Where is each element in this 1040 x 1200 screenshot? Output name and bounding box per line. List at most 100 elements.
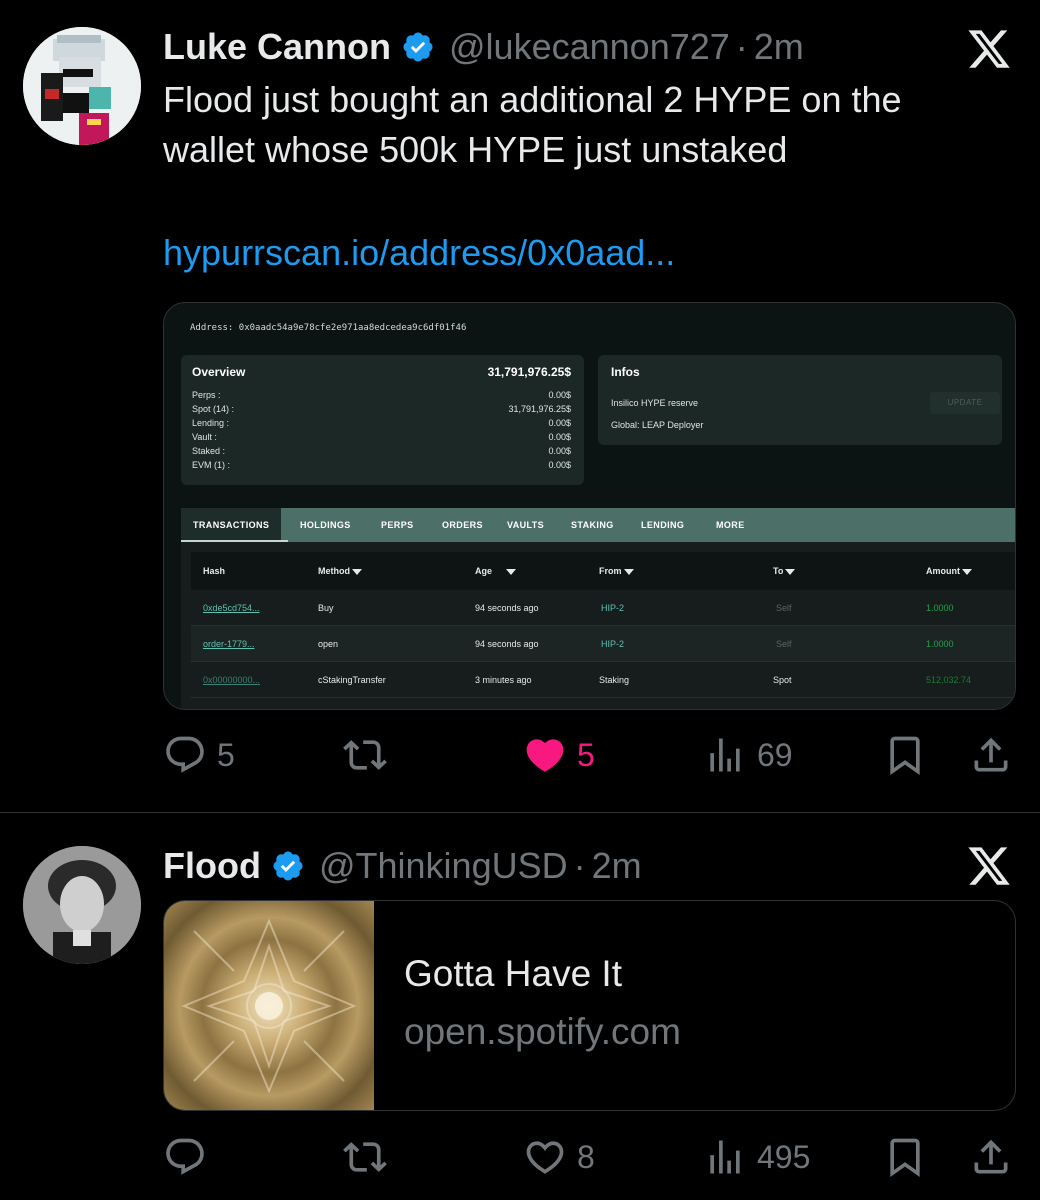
column-method[interactable]: Method xyxy=(318,552,362,590)
table-row[interactable]: order-1779... open 94 seconds ago HIP-2 … xyxy=(191,626,1015,662)
cell-age: 94 seconds ago xyxy=(475,603,539,613)
bookmark-button[interactable] xyxy=(883,730,927,780)
overview-row-label: Lending : xyxy=(192,418,230,428)
avatar-luke-cannon[interactable] xyxy=(23,27,141,145)
tweet-text: Flood just bought an additional 2 HYPE o… xyxy=(163,75,1003,175)
cell-hash[interactable]: 0xde5cd754... xyxy=(203,590,260,626)
reply-button[interactable]: 5 xyxy=(163,730,235,780)
reply-button[interactable] xyxy=(163,1132,207,1182)
share-button[interactable] xyxy=(969,730,1013,780)
cell-hash[interactable]: 0x00000000... xyxy=(203,662,260,698)
table-header: Hash Method Age From To Amount xyxy=(191,552,1015,590)
tab-vaults[interactable]: VAULTS xyxy=(507,508,544,542)
views-count: 69 xyxy=(757,736,793,773)
infos-card: Infos Insilico HYPE reserve Global: LEAP… xyxy=(598,355,1002,445)
tab-more[interactable]: MORE xyxy=(716,508,745,542)
avatar-flood[interactable] xyxy=(23,846,141,964)
cell-from[interactable]: HIP-2 xyxy=(601,626,624,662)
embedded-image[interactable]: Address: 0x0aadc54a9e78cfe2e971aa8edcede… xyxy=(163,302,1016,710)
tab-transactions[interactable]: TRANSACTIONS xyxy=(181,508,282,542)
author-handle[interactable]: @ThinkingUSD xyxy=(319,845,568,887)
share-button[interactable] xyxy=(969,1132,1013,1182)
address-value: 0x0aadc54a9e78cfe2e971aa8edcedea9c6df01f… xyxy=(238,323,467,333)
author-name[interactable]: Luke Cannon xyxy=(163,26,391,68)
table-row[interactable]: 0x00000000... cStakingTransfer 3 minutes… xyxy=(191,662,1015,698)
like-button[interactable]: 8 xyxy=(523,1132,595,1182)
author-handle[interactable]: @lukecannon727 xyxy=(449,26,730,68)
repost-icon xyxy=(343,740,387,770)
address-line: Address: 0x0aadc54a9e78cfe2e971aa8edcede… xyxy=(190,323,466,333)
cell-from[interactable]: HIP-2 xyxy=(601,590,624,626)
overview-row-value: 31,791,976.25$ xyxy=(508,404,571,414)
tweet-luke-cannon[interactable]: Luke Cannon @lukecannon727 · 2m Flood ju… xyxy=(0,0,1040,812)
like-count: 8 xyxy=(577,1138,595,1175)
portrait-avatar-icon xyxy=(23,846,141,964)
timestamp[interactable]: 2m xyxy=(592,845,642,887)
filter-icon[interactable] xyxy=(962,568,972,575)
overview-row-value: 0.00$ xyxy=(548,390,571,400)
separator-dot: · xyxy=(735,26,748,67)
cell-to: Self xyxy=(776,639,792,649)
spotify-link-card[interactable]: Gotta Have It open.spotify.com xyxy=(163,900,1016,1111)
cell-to: Spot xyxy=(773,675,792,685)
overview-card: Overview 31,791,976.25$ Perps : 0.00$ Sp… xyxy=(181,355,584,485)
like-button[interactable]: 5 xyxy=(523,730,595,780)
table-row[interactable]: 0xde5cd754... Buy 94 seconds ago HIP-2 S… xyxy=(191,590,1015,626)
tab-perps[interactable]: PERPS xyxy=(381,508,414,542)
transactions-table: Hash Method Age From To Amount 0xde5cd75… xyxy=(181,542,1015,709)
like-icon xyxy=(526,739,564,772)
views-button[interactable]: 69 xyxy=(703,730,793,780)
views-icon xyxy=(710,738,740,772)
views-button[interactable]: 495 xyxy=(703,1132,810,1182)
repost-icon xyxy=(343,1142,387,1172)
verified-badge-icon xyxy=(403,32,433,62)
x-logo-icon[interactable] xyxy=(966,26,1012,72)
author-name[interactable]: Flood xyxy=(163,845,261,887)
like-count: 5 xyxy=(577,736,595,773)
reply-count: 5 xyxy=(217,736,235,773)
filter-icon[interactable] xyxy=(623,568,634,575)
repost-button[interactable] xyxy=(343,730,387,780)
cell-amount: 512,032.74 xyxy=(926,675,972,685)
overview-row-label: Vault : xyxy=(192,432,217,442)
column-from[interactable]: From xyxy=(599,552,634,590)
tweet-link[interactable]: hypurrscan.io/address/0x0aad... xyxy=(163,232,675,274)
filter-icon[interactable] xyxy=(506,568,517,575)
column-age[interactable]: Age xyxy=(475,552,517,590)
filter-icon[interactable] xyxy=(785,568,796,575)
address-label: Address: xyxy=(190,323,234,333)
tab-holdings[interactable]: HOLDINGS xyxy=(300,508,351,542)
reply-icon xyxy=(166,1138,204,1175)
cell-amount: 1.0000 xyxy=(926,639,954,649)
overview-row-label: Perps : xyxy=(192,390,221,400)
filter-icon[interactable] xyxy=(352,568,362,575)
tab-orders[interactable]: ORDERS xyxy=(442,508,483,542)
timestamp[interactable]: 2m xyxy=(754,26,804,68)
infos-line-2: Global: LEAP Deployer xyxy=(611,420,704,430)
x-logo-icon[interactable] xyxy=(966,843,1012,889)
overview-row-label: Spot (14) : xyxy=(192,404,235,414)
column-amount[interactable]: Amount xyxy=(926,552,972,590)
views-count: 495 xyxy=(757,1138,811,1175)
tab-bar: TRANSACTIONS HOLDINGS PERPS ORDERS VAULT… xyxy=(181,508,1015,542)
album-cover-image xyxy=(164,901,374,1110)
bookmark-button[interactable] xyxy=(883,1132,927,1182)
update-button[interactable]: UPDATE xyxy=(930,392,1000,414)
tab-lending[interactable]: LENDING xyxy=(641,508,684,542)
views-icon xyxy=(710,1140,740,1174)
share-icon xyxy=(974,737,1008,772)
overview-row-label: Staked : xyxy=(192,446,226,456)
reply-icon xyxy=(166,736,204,773)
tweet-actions: 8 495 xyxy=(163,1132,1016,1182)
column-to[interactable]: To xyxy=(773,552,796,590)
column-hash: Hash xyxy=(203,566,226,576)
infos-line-1: Insilico HYPE reserve xyxy=(611,398,699,408)
card-domain: open.spotify.com xyxy=(404,1011,681,1052)
repost-button[interactable] xyxy=(343,1132,387,1182)
tab-staking[interactable]: STAKING xyxy=(571,508,614,542)
overview-total: 31,791,976.25$ xyxy=(487,365,571,379)
cell-hash[interactable]: order-1779... xyxy=(203,626,255,662)
card-title[interactable]: Gotta Have It xyxy=(404,953,622,995)
overview-title: Overview xyxy=(192,365,246,379)
cell-method: cStakingTransfer xyxy=(318,675,386,685)
